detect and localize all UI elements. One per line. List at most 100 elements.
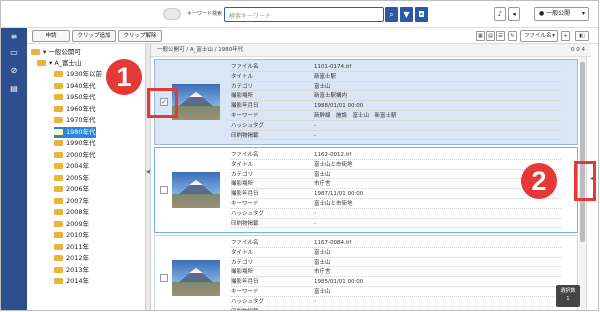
metadata-value: 1101-0174.tif <box>314 64 352 70</box>
metadata-value: 新富士駅 <box>314 73 337 80</box>
tree-item[interactable]: 2011年 <box>54 242 89 253</box>
breadcrumb-text: 一般公開可 / A_富士山 / 1980年代 <box>157 47 244 53</box>
metadata-value: - <box>314 122 316 129</box>
keyword-toggle-label: キーワード検索 <box>187 11 223 17</box>
sort-select[interactable]: ファイル名 ▾ <box>520 30 558 42</box>
metadata-key: 撮影場所 <box>231 93 254 100</box>
add-icon[interactable]: + <box>561 31 570 41</box>
tree-item[interactable]: 1970年代 <box>54 115 96 126</box>
filter-icon[interactable]: ▼ <box>400 7 413 22</box>
metadata-value: - <box>314 132 316 139</box>
list-item[interactable]: ファイル名 1167-0084.tif タイトル 富士山 カテゴリ 富士山 撮影場所 市庁舎撮… <box>154 235 578 310</box>
item-checkbox[interactable] <box>160 186 168 194</box>
chevron-down-icon: ▾ <box>581 10 585 17</box>
thumbnail-image[interactable] <box>172 172 220 208</box>
thumbnail-image[interactable] <box>172 260 220 296</box>
tree-item[interactable]: 2008年 <box>54 207 89 218</box>
tree-item-label: 1960年代 <box>66 104 96 113</box>
tree-item-label: 2013年 <box>66 265 90 274</box>
item-counts: 0 0 4 <box>571 47 585 53</box>
tree-parent[interactable]: ▾ A_富士山 <box>37 58 82 69</box>
metadata-key: キーワード <box>231 201 259 207</box>
item-checkbox[interactable] <box>160 274 168 282</box>
folder-icon <box>54 209 63 215</box>
search-input[interactable]: 検索キーワード <box>224 7 384 22</box>
speaker-icon[interactable]: ◂ <box>508 7 520 21</box>
tree-item-label: 2007年 <box>66 196 90 205</box>
tree-item[interactable]: 2005年 <box>54 173 89 184</box>
folder-icon[interactable]: ▭ <box>9 48 19 58</box>
callout-marker-1: 1 <box>106 59 142 95</box>
clip-icon[interactable]: ⊘ <box>9 66 19 76</box>
metadata-row: 撮影年月日 1988/01/01 00:00 <box>231 102 561 111</box>
metadata-key: ハッシュタグ <box>231 298 265 305</box>
panel-toggle-icon[interactable]: ▮▯ <box>575 31 589 41</box>
tree-item[interactable]: 1930年以前 <box>54 69 102 80</box>
tree-item-label: 2011年 <box>66 242 90 251</box>
tree-item[interactable]: 2013年 <box>54 265 89 276</box>
apply-button[interactable]: 申請 <box>32 30 70 42</box>
metadata-key: ファイル名 <box>231 64 259 70</box>
tree-item[interactable]: 1950年代 <box>54 92 96 103</box>
metadata-value: - <box>314 308 316 310</box>
list-view-icon[interactable]: ☰ <box>496 31 505 41</box>
folder-icon <box>54 186 63 192</box>
metadata-value: 富士山 <box>314 259 331 266</box>
tree-item[interactable]: 2006年 <box>54 184 89 195</box>
bell-icon[interactable]: ♪ <box>494 7 506 21</box>
camera-icon[interactable]: ◘ <box>415 7 428 22</box>
folder-icon <box>54 243 63 250</box>
user-menu[interactable]: ● 一般公開 ▾ <box>534 7 589 21</box>
selection-count-label: 選択数 <box>560 288 576 294</box>
tree-item-label: ▾ A_富士山 <box>49 59 82 67</box>
tree-item[interactable]: 2007年 <box>54 196 89 207</box>
tree-item[interactable]: 1960年代 <box>54 104 96 115</box>
detail-view-icon[interactable]: ▤ <box>486 31 495 41</box>
metadata-key: タイトル <box>231 161 254 168</box>
menu-icon[interactable]: ≡ <box>9 32 19 42</box>
list-item[interactable]: ファイル名 1162-0012.tif タイトル 富士山と市街地 カテゴリ 富士山 撮影場所… <box>154 147 578 233</box>
sort-label: ファイル名 <box>524 33 552 39</box>
search-icon[interactable]: ⌕ <box>385 7 398 22</box>
keyword-search-toggle[interactable] <box>163 8 181 20</box>
metadata-key: 撮影場所 <box>231 269 254 276</box>
list-item[interactable]: ✓ ファイル名 1101-0174.tif タイトル 新富士駅 カテゴリ 富士山 撮影場所 新富… <box>154 59 578 145</box>
metadata-key: 撮影年月日 <box>231 279 259 286</box>
tree-item[interactable]: 2010年 <box>54 230 89 241</box>
metadata-key: 印刷物掲載 <box>231 308 259 310</box>
tree-item[interactable]: 1990年代 <box>54 138 96 149</box>
metadata-row: カテゴリ 富士山 <box>231 259 561 268</box>
metadata-key: カテゴリ <box>231 83 254 90</box>
file-list: ✓ ファイル名 1101-0174.tif タイトル 新富士駅 カテゴリ 富士山 撮影場所 新富… <box>151 57 578 310</box>
clip-add-button[interactable]: クリップ追加 <box>72 30 116 42</box>
tree-item[interactable]: 2009年 <box>54 219 89 230</box>
metadata-row: ファイル名 1101-0174.tif <box>231 63 561 72</box>
collapse-arrow-icon[interactable]: ◀ <box>146 169 150 175</box>
folder-icon <box>54 266 63 273</box>
folder-icon <box>54 128 63 135</box>
refresh-icon[interactable]: ↻ <box>508 31 517 41</box>
thumbnail-image[interactable] <box>172 84 220 120</box>
metadata-row: 印刷物掲載 - <box>231 308 561 310</box>
tree-item-label: 1980年代 <box>66 127 96 136</box>
chevron-down-icon: ▾ <box>552 33 555 39</box>
tree-item[interactable]: 2012年 <box>54 253 89 264</box>
tree-item[interactable]: 2014年 <box>54 276 89 287</box>
tree-item[interactable]: 2004年 <box>54 161 89 172</box>
clip-remove-button[interactable]: クリップ解除 <box>118 30 162 42</box>
metadata-value: 1162-0012.tif <box>314 152 352 158</box>
metadata-key: ハッシュタグ <box>231 210 265 217</box>
tree-item-label: 2008年 <box>66 208 90 216</box>
tree-item[interactable]: 2000年代 <box>54 150 96 161</box>
metadata-value: 1985/01/01 00:00 <box>314 279 364 286</box>
tree-item[interactable]: 1980年代 <box>54 126 96 138</box>
scrollbar-thumb[interactable] <box>580 62 585 242</box>
metadata-key: 印刷物掲載 <box>231 220 259 227</box>
document-icon[interactable]: ▤ <box>9 84 19 94</box>
metadata-row: キーワード 富士山と市街地 <box>231 200 561 209</box>
tree-item[interactable]: 1940年代 <box>54 81 96 92</box>
metadata-key: 撮影場所 <box>231 181 254 188</box>
tree-item-label: 2010年 <box>66 231 90 239</box>
tree-root[interactable]: ▾ 一般公開可 <box>31 47 81 58</box>
grid-view-icon[interactable]: ▦ <box>476 31 485 41</box>
